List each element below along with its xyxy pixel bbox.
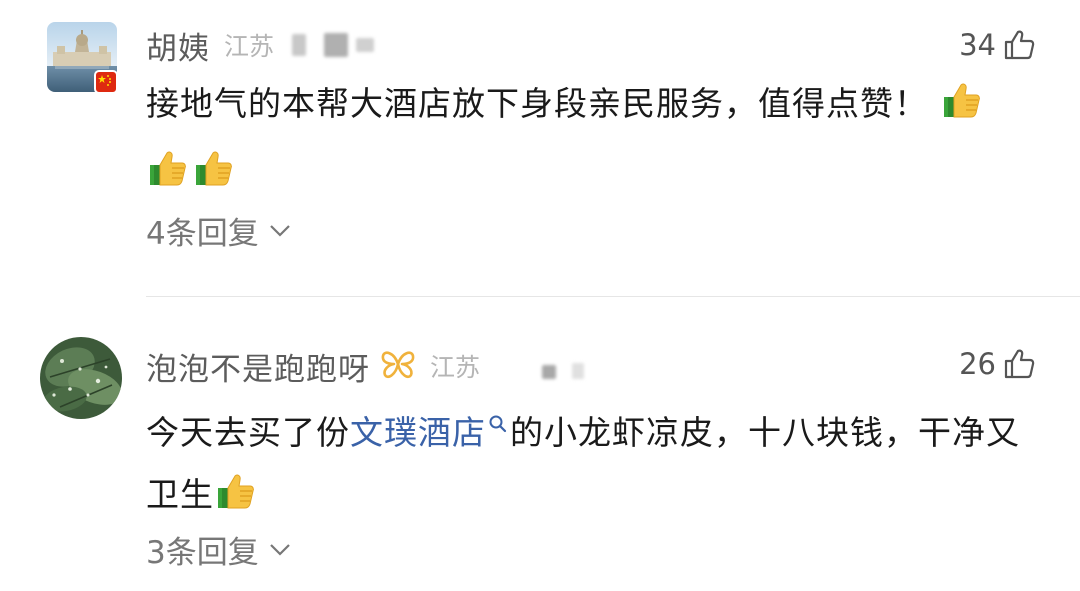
like-button[interactable]: 26 — [959, 341, 1036, 387]
comment-header: 胡姨 江苏 — [146, 22, 375, 68]
view-replies-button[interactable]: 4条回复 — [146, 208, 291, 253]
like-count: 34 — [959, 28, 996, 62]
comment-item: 泡泡不是跑跑呀 江苏 26 今天去买了份文璞酒店 的小龙虾凉皮，十八块钱，干净又卫… — [0, 297, 1080, 591]
like-button[interactable]: 34 — [959, 22, 1036, 68]
replies-label: 3条回复 — [146, 535, 259, 571]
chevron-down-icon — [269, 224, 290, 237]
thumbs-up-emoji-icon — [216, 470, 258, 532]
hotel-link[interactable]: 文璞酒店 — [350, 413, 486, 452]
location-label: 江苏 — [430, 353, 481, 382]
thumbs-up-emoji-icon — [942, 79, 984, 141]
comment-text: 接地气的本帮大酒店放下身段亲民服务，值得点赞！ — [146, 73, 1038, 209]
blurred-info — [356, 38, 375, 52]
blurred-info — [572, 363, 585, 379]
thumbs-up-emoji-icon — [148, 147, 190, 209]
username[interactable]: 胡姨 — [146, 23, 210, 68]
username[interactable]: 泡泡不是跑跑呀 — [146, 344, 370, 389]
thumbs-up-outline-icon — [1004, 349, 1035, 379]
search-icon[interactable] — [488, 392, 508, 454]
blurred-info — [324, 33, 349, 57]
butterfly-badge-icon — [380, 348, 416, 384]
china-flag-icon — [94, 70, 118, 94]
replies-label: 4条回复 — [146, 216, 259, 252]
location-label: 江苏 — [224, 32, 275, 61]
thumbs-up-emoji-icon — [194, 147, 236, 209]
chevron-down-icon — [269, 543, 290, 556]
blurred-info — [542, 365, 557, 379]
comment-header: 泡泡不是跑跑呀 江苏 — [146, 343, 585, 389]
view-replies-button[interactable]: 3条回复 — [146, 527, 291, 572]
comment-text: 今天去买了份文璞酒店 的小龙虾凉皮，十八块钱，干净又卫生 — [146, 392, 1038, 532]
comment-item: 胡姨 江苏 34 接地气的本帮大酒店放下身段亲民服务，值得点赞！ 4条回复 — [0, 0, 1080, 296]
like-count: 26 — [959, 347, 996, 381]
avatar[interactable] — [40, 337, 122, 419]
thumbs-up-outline-icon — [1004, 30, 1035, 60]
blurred-info — [292, 34, 307, 56]
